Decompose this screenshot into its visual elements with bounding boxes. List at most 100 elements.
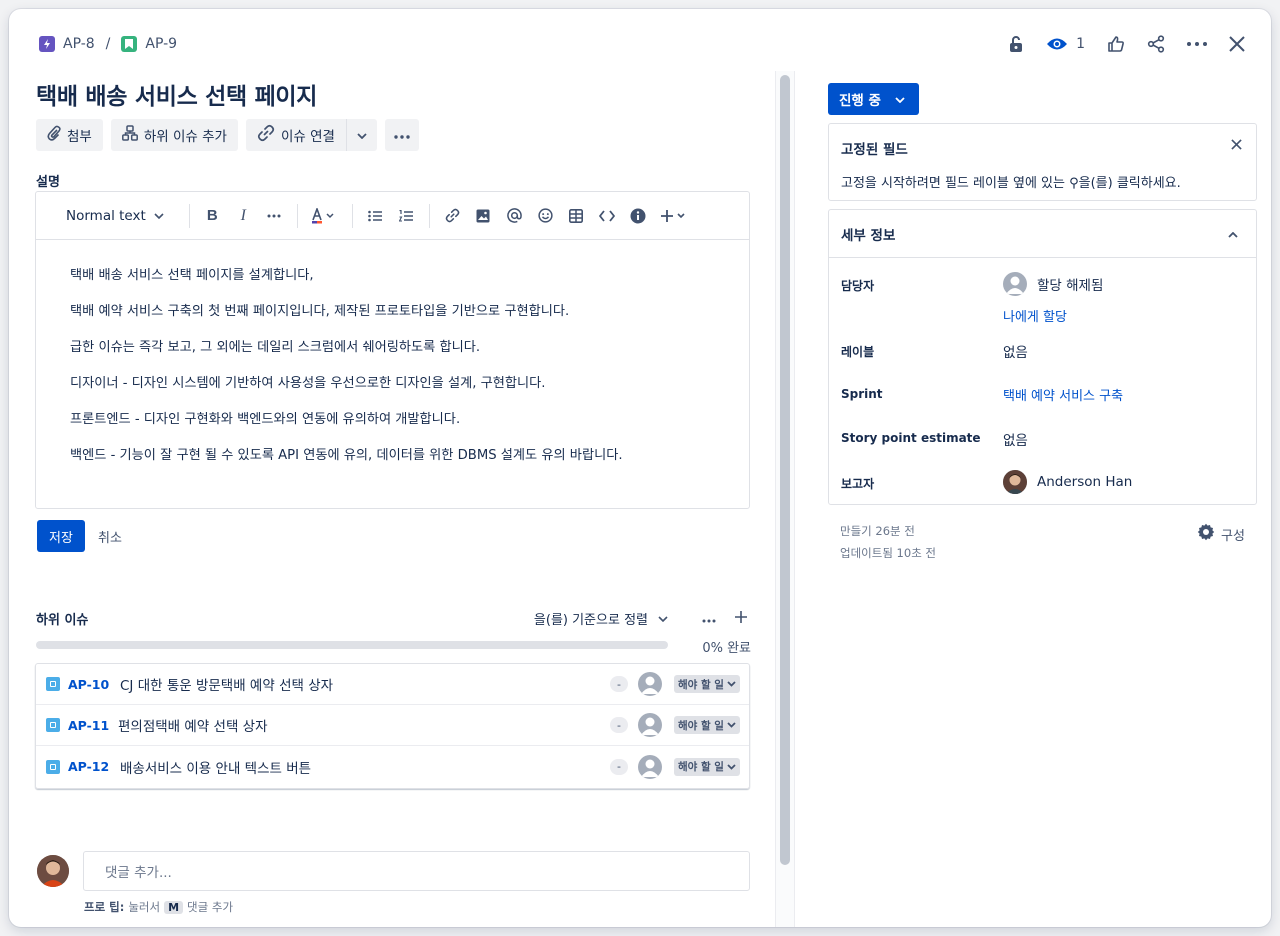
left-pane-scrollbar[interactable] bbox=[775, 71, 795, 927]
description-editor[interactable]: Normal text B I 택배 배송 서비스 선택 페이지를 설계합니다,… bbox=[35, 191, 750, 509]
link-issue-button[interactable]: 이슈 연결 bbox=[245, 119, 346, 151]
comment-placeholder: 댓글 추가... bbox=[105, 865, 172, 881]
code-icon[interactable] bbox=[592, 209, 623, 222]
sort-dropdown[interactable]: 을(를) 기준으로 정렬 bbox=[534, 609, 668, 628]
issue-actions: 첨부 하위 이슈 추가 이슈 연결 bbox=[36, 119, 427, 151]
close-icon[interactable] bbox=[1229, 36, 1245, 52]
details-panel: 세부 정보 담당자 할당 해제됨 나에게 할당 레이블 없음 Sprint 택배… bbox=[828, 209, 1257, 505]
status-dropdown[interactable]: 해야 할 일 bbox=[674, 757, 740, 776]
breadcrumb: AP-8 / AP-9 bbox=[39, 33, 177, 55]
child-issue-summary[interactable]: 편의점택배 예약 선택 상자 bbox=[118, 715, 268, 735]
table-icon[interactable] bbox=[561, 208, 592, 223]
link-issue-dropdown[interactable] bbox=[345, 119, 377, 151]
unassigned-avatar-icon[interactable] bbox=[638, 713, 662, 737]
chevron-down-icon bbox=[727, 681, 736, 687]
sprint-link[interactable]: 택배 예약 서비스 구축 bbox=[1003, 385, 1123, 404]
unassigned-avatar-icon[interactable] bbox=[638, 672, 662, 696]
description-paragraph: 백엔드 - 기능이 잘 구현 될 수 있도록 API 연동에 유의, 데이터를 … bbox=[70, 448, 623, 463]
add-icon[interactable] bbox=[734, 610, 748, 628]
numbered-list-icon[interactable] bbox=[391, 209, 422, 222]
text-style-label: Normal text bbox=[66, 207, 146, 224]
unassigned-avatar-icon[interactable] bbox=[638, 754, 662, 779]
assignee-label: 담당자 bbox=[841, 279, 875, 293]
bullet-list-icon[interactable] bbox=[360, 210, 391, 222]
subtask-icon bbox=[46, 718, 60, 732]
current-user-avatar bbox=[37, 855, 69, 887]
save-button[interactable]: 저장 bbox=[37, 520, 85, 552]
chevron-up-icon[interactable] bbox=[1228, 227, 1238, 241]
pinned-fields-hint: 고정을 시작하려면 필드 레이블 옆에 있는 ⚲을(를) 클릭하세요. bbox=[841, 176, 1181, 191]
child-issue-summary[interactable]: CJ 대한 통운 방문택배 예약 선택 상자 bbox=[120, 674, 333, 694]
scrollbar-thumb[interactable] bbox=[780, 75, 790, 865]
reporter-value[interactable]: Anderson Han bbox=[1003, 470, 1132, 494]
unassigned-avatar-icon bbox=[1003, 272, 1027, 296]
sprint-label: Sprint bbox=[841, 387, 883, 401]
more-actions-button[interactable] bbox=[384, 119, 419, 151]
attach-button[interactable]: 첨부 bbox=[36, 119, 103, 151]
details-title: 세부 정보 bbox=[841, 227, 896, 244]
child-issues-heading: 하위 이슈 bbox=[36, 613, 89, 628]
priority-badge: - bbox=[610, 717, 628, 733]
story-point-value[interactable]: 없음 bbox=[1003, 429, 1028, 449]
story-icon bbox=[121, 36, 138, 52]
issue-title[interactable]: 택배 배송 서비스 선택 페이지 bbox=[36, 77, 317, 111]
assignee-value[interactable]: 할당 해제됨 bbox=[1003, 272, 1103, 296]
info-panel-icon[interactable] bbox=[623, 208, 654, 224]
pinned-fields-title: 고정된 필드 bbox=[841, 142, 908, 158]
assign-to-me-link[interactable]: 나에게 할당 bbox=[1003, 306, 1067, 325]
issue-status-button[interactable]: 진행 중 bbox=[828, 83, 919, 115]
insert-more-icon[interactable] bbox=[654, 209, 694, 223]
configure-button[interactable]: 구성 bbox=[1197, 523, 1245, 545]
child-issue-key[interactable]: AP-10 bbox=[68, 677, 109, 692]
text-style-dropdown[interactable]: Normal text bbox=[66, 208, 182, 224]
child-issue-key[interactable]: AP-11 bbox=[68, 718, 109, 733]
subtask-icon bbox=[46, 677, 60, 691]
toolbar-divider bbox=[296, 203, 298, 228]
created-timestamp: 만들기 26분 전 bbox=[840, 524, 915, 538]
cancel-button[interactable]: 취소 bbox=[98, 520, 122, 552]
reporter-label: 보고자 bbox=[841, 477, 875, 491]
pro-tip-text: 댓글 추가 bbox=[187, 900, 234, 914]
child-issue-row[interactable]: AP-10 CJ 대한 통운 방문택배 예약 선택 상자 - 해야 할 일 bbox=[36, 664, 749, 705]
mention-icon[interactable] bbox=[499, 208, 530, 223]
child-issue-key[interactable]: AP-12 bbox=[68, 759, 109, 774]
breadcrumb-parent-link[interactable]: AP-8 bbox=[63, 36, 95, 52]
add-child-issue-button[interactable]: 하위 이슈 추가 bbox=[110, 119, 238, 151]
text-color-icon[interactable] bbox=[305, 207, 345, 224]
child-issue-row[interactable]: AP-12 배송서비스 이용 안내 텍스트 버튼 - 해야 할 일 bbox=[36, 746, 749, 787]
watch-button[interactable]: 1 bbox=[1046, 36, 1085, 52]
share-icon[interactable] bbox=[1147, 35, 1165, 53]
thumbs-up-icon[interactable] bbox=[1107, 35, 1125, 53]
more-icon[interactable] bbox=[702, 611, 716, 627]
breadcrumb-current-link[interactable]: AP-9 bbox=[145, 36, 177, 52]
italic-icon[interactable]: I bbox=[228, 207, 259, 225]
image-icon[interactable] bbox=[468, 209, 499, 223]
labels-value[interactable]: 없음 bbox=[1003, 341, 1028, 361]
link-icon bbox=[257, 124, 275, 146]
comment-input[interactable]: 댓글 추가... bbox=[83, 851, 750, 891]
lock-icon[interactable] bbox=[1008, 35, 1024, 53]
close-icon[interactable] bbox=[1231, 135, 1242, 154]
chevron-down-icon bbox=[895, 93, 905, 106]
status-dropdown[interactable]: 해야 할 일 bbox=[674, 716, 740, 734]
description-paragraph: 택배 배송 서비스 선택 페이지를 설계합니다, bbox=[70, 268, 314, 283]
chevron-down-icon bbox=[154, 212, 164, 219]
status-label: 해야 할 일 bbox=[678, 719, 724, 732]
description-paragraph: 급한 이슈는 즉각 보고, 그 외에는 데일리 스크럼에서 쉐어링하도록 합니다… bbox=[70, 340, 481, 355]
child-issue-row[interactable]: AP-11 편의점택배 예약 선택 상자 - 해야 할 일 bbox=[36, 705, 749, 746]
pinned-fields-panel: 고정된 필드 고정을 시작하려면 필드 레이블 옆에 있는 ⚲을(를) 클릭하세… bbox=[828, 123, 1257, 201]
editor-content[interactable]: 택배 배송 서비스 선택 페이지를 설계합니다, 택배 예약 서비스 구축의 첫… bbox=[36, 240, 749, 465]
more-formatting-icon[interactable] bbox=[259, 214, 290, 218]
link-icon[interactable] bbox=[437, 208, 468, 223]
description-label: 설명 bbox=[36, 175, 60, 190]
child-issue-summary[interactable]: 배송서비스 이용 안내 텍스트 버튼 bbox=[120, 757, 311, 777]
child-issues-progress-bar bbox=[36, 641, 668, 649]
details-header[interactable]: 세부 정보 bbox=[829, 210, 1256, 258]
status-dropdown[interactable]: 해야 할 일 bbox=[674, 675, 740, 693]
sort-label: 을(를) 기준으로 정렬 bbox=[533, 613, 648, 628]
epic-icon bbox=[39, 36, 55, 52]
more-icon[interactable] bbox=[1187, 42, 1207, 46]
priority-badge: - bbox=[610, 676, 628, 692]
bold-icon[interactable]: B bbox=[197, 207, 228, 224]
emoji-icon[interactable] bbox=[530, 208, 561, 223]
